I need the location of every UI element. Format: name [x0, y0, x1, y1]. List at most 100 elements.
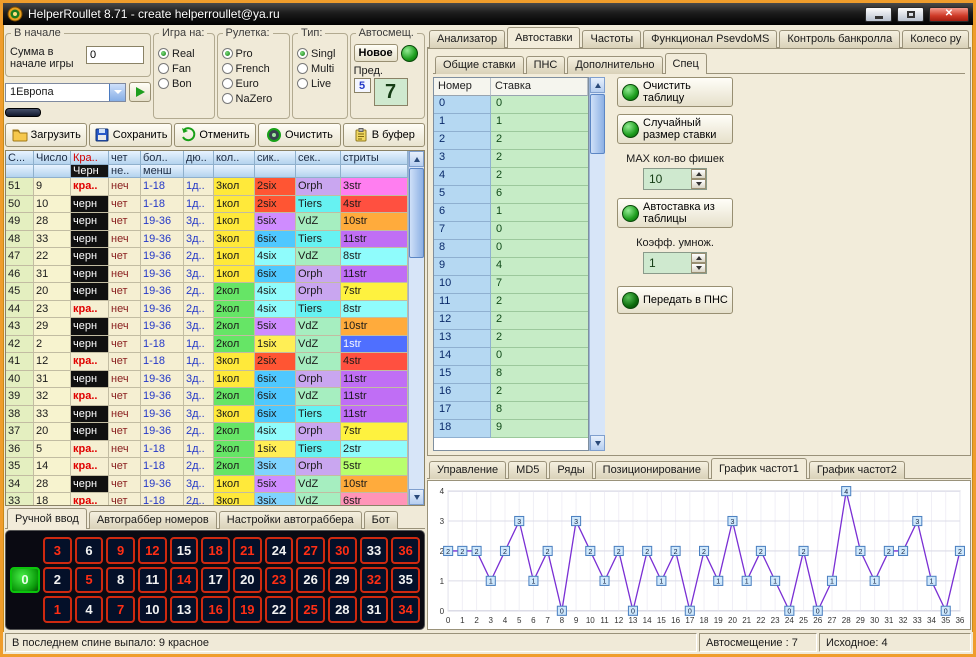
toolbar-clear-button[interactable]: Очистить	[258, 123, 340, 147]
board-cell-29[interactable]: 29	[328, 567, 357, 594]
coef-stepper[interactable]: 1	[643, 252, 707, 274]
input-tab-2[interactable]: Настройки автограббера	[219, 511, 362, 529]
board-cell-5[interactable]: 5	[75, 567, 104, 594]
sub-tab-2[interactable]: Дополнительно	[567, 56, 662, 74]
board-cell-34[interactable]: 34	[391, 596, 420, 623]
board-cell-21[interactable]: 21	[233, 537, 262, 564]
board-cell-6[interactable]: 6	[75, 537, 104, 564]
main-tab-2[interactable]: Частоты	[582, 30, 641, 48]
board-cell-0[interactable]: 0	[10, 567, 40, 594]
stepper-up-button[interactable]	[691, 253, 706, 263]
chart-tab-5[interactable]: График частот2	[809, 461, 905, 479]
main-tab-4[interactable]: Контроль банкролла	[779, 30, 900, 48]
board-cell-9[interactable]: 9	[106, 537, 135, 564]
board-cell-28[interactable]: 28	[328, 596, 357, 623]
start-sum-input[interactable]	[86, 46, 144, 64]
scrollbar-track[interactable]	[409, 167, 424, 489]
board-cell-11[interactable]: 11	[138, 567, 167, 594]
game-select[interactable]: 1Европа	[5, 83, 126, 102]
board-cell-26[interactable]: 26	[296, 567, 325, 594]
input-tab-3[interactable]: Бот	[364, 511, 398, 529]
radio-option-Pro[interactable]: Pro	[222, 46, 285, 61]
board-cell-12[interactable]: 12	[138, 537, 167, 564]
board-cell-17[interactable]: 17	[201, 567, 230, 594]
scroll-down-arrow[interactable]	[409, 489, 424, 505]
board-cell-13[interactable]: 13	[170, 596, 199, 623]
board-cell-10[interactable]: 10	[138, 596, 167, 623]
scroll-down-arrow[interactable]	[590, 435, 605, 451]
board-cell-16[interactable]: 16	[201, 596, 230, 623]
scrollbar-thumb[interactable]	[590, 94, 605, 154]
autostake-button[interactable]: Автоставка из таблицы	[617, 198, 733, 228]
board-cell-7[interactable]: 7	[106, 596, 135, 623]
toolbar-folder-button[interactable]: Загрузить	[5, 123, 87, 147]
input-tab-0[interactable]: Ручной ввод	[7, 508, 87, 529]
board-cell-31[interactable]: 31	[360, 596, 389, 623]
board-cell-35[interactable]: 35	[391, 567, 420, 594]
radio-option-French[interactable]: French	[222, 61, 285, 76]
board-cell-14[interactable]: 14	[170, 567, 199, 594]
chart-tab-4[interactable]: График частот1	[711, 458, 807, 479]
toolbar-undo-button[interactable]: Отменить	[174, 123, 256, 147]
radio-option-NaZero[interactable]: NaZero	[222, 91, 285, 106]
board-cell-36[interactable]: 36	[391, 537, 420, 564]
radio-option-Fan[interactable]: Fan	[158, 61, 210, 76]
chart-tab-1[interactable]: MD5	[508, 461, 547, 479]
history-scrollbar[interactable]	[408, 151, 424, 505]
radio-option-Euro[interactable]: Euro	[222, 76, 285, 91]
board-cell-3[interactable]: 3	[43, 537, 72, 564]
board-cell-4[interactable]: 4	[75, 596, 104, 623]
board-cell-1[interactable]: 1	[43, 596, 72, 623]
new-button[interactable]: Новое	[354, 44, 398, 62]
radio-option-Real[interactable]: Real	[158, 46, 210, 61]
maximize-button[interactable]	[897, 7, 924, 22]
radio-option-Multi[interactable]: Multi	[297, 61, 343, 76]
chevron-down-icon[interactable]	[109, 84, 125, 101]
board-cell-8[interactable]: 8	[106, 567, 135, 594]
main-tab-0[interactable]: Анализатор	[429, 30, 505, 48]
stepper-down-button[interactable]	[691, 179, 706, 189]
board-cell-33[interactable]: 33	[360, 537, 389, 564]
board-cell-15[interactable]: 15	[170, 537, 199, 564]
scroll-up-arrow[interactable]	[590, 77, 605, 93]
chart-tab-0[interactable]: Управление	[429, 461, 506, 479]
board-cell-25[interactable]: 25	[296, 596, 325, 623]
radio-option-Bon[interactable]: Bon	[158, 76, 210, 91]
board-cell-24[interactable]: 24	[265, 537, 294, 564]
board-cell-20[interactable]: 20	[233, 567, 262, 594]
chart-tab-2[interactable]: Ряды	[549, 461, 592, 479]
toolbar-clipboard-button[interactable]: В буфер	[343, 123, 425, 147]
board-cell-30[interactable]: 30	[328, 537, 357, 564]
sub-tab-3[interactable]: Спец	[665, 53, 707, 74]
scrollbar-thumb[interactable]	[409, 168, 424, 258]
board-cell-27[interactable]: 27	[296, 537, 325, 564]
toolbar-save-button[interactable]: Сохранить	[89, 123, 171, 147]
clear-table-button[interactable]: Очистить таблицу	[617, 77, 733, 107]
board-cell-18[interactable]: 18	[201, 537, 230, 564]
chart-tab-3[interactable]: Позиционирование	[595, 461, 709, 479]
input-tab-1[interactable]: Автограббер номеров	[89, 511, 217, 529]
play-button[interactable]	[129, 82, 151, 102]
random-stake-button[interactable]: Случайный размер ставки	[617, 114, 733, 144]
send-pns-button[interactable]: Передать в ПНС	[617, 286, 733, 314]
main-tab-1[interactable]: Автоставки	[507, 27, 580, 48]
board-cell-19[interactable]: 19	[233, 596, 262, 623]
stepper-down-button[interactable]	[691, 263, 706, 273]
radio-option-Singl[interactable]: Singl	[297, 46, 343, 61]
board-cell-22[interactable]: 22	[265, 596, 294, 623]
sub-tab-0[interactable]: Общие ставки	[435, 56, 524, 74]
main-tab-5[interactable]: Колесо ру	[902, 30, 969, 48]
scroll-up-arrow[interactable]	[409, 151, 424, 167]
sub-tab-1[interactable]: ПНС	[526, 56, 566, 74]
collapse-toggle-button[interactable]	[5, 108, 41, 117]
board-cell-2[interactable]: 2	[43, 567, 72, 594]
board-cell-23[interactable]: 23	[265, 567, 294, 594]
scrollbar-track[interactable]	[590, 93, 605, 435]
radio-option-Live[interactable]: Live	[297, 76, 343, 91]
minimize-button[interactable]	[865, 7, 892, 22]
stepper-up-button[interactable]	[691, 169, 706, 179]
bet-scrollbar[interactable]	[589, 77, 605, 451]
close-button[interactable]: ✕	[929, 7, 969, 22]
main-tab-3[interactable]: Функционал PsevdoMS	[643, 30, 777, 48]
board-cell-32[interactable]: 32	[360, 567, 389, 594]
